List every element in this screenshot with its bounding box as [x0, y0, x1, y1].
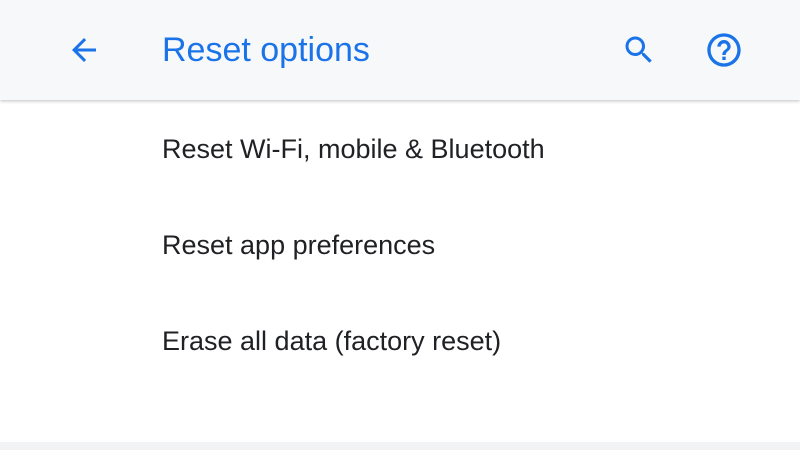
list-item-factory-reset[interactable]: Erase all data (factory reset) — [0, 292, 800, 388]
list-item-label: Erase all data (factory reset) — [162, 326, 502, 356]
page-title: Reset options — [162, 31, 370, 69]
list-item-label: Reset app preferences — [162, 230, 436, 260]
search-button[interactable] — [611, 22, 667, 78]
arrow-back-icon — [72, 38, 96, 62]
list-item-reset-network[interactable]: Reset Wi-Fi, mobile & Bluetooth — [0, 100, 800, 196]
help-outline-icon — [707, 33, 741, 67]
list-item-reset-app-preferences[interactable]: Reset app preferences — [0, 196, 800, 292]
list-item-label: Reset Wi-Fi, mobile & Bluetooth — [162, 134, 545, 164]
bottom-divider — [0, 442, 800, 450]
search-icon — [625, 36, 652, 63]
help-button[interactable] — [696, 22, 752, 78]
reset-options-screen: Reset options Reset Wi-Fi, mobile & Blue… — [0, 0, 800, 450]
app-bar: Reset options — [0, 0, 800, 100]
back-button[interactable] — [56, 22, 112, 78]
reset-options-list: Reset Wi-Fi, mobile & Bluetooth Reset ap… — [0, 100, 800, 388]
